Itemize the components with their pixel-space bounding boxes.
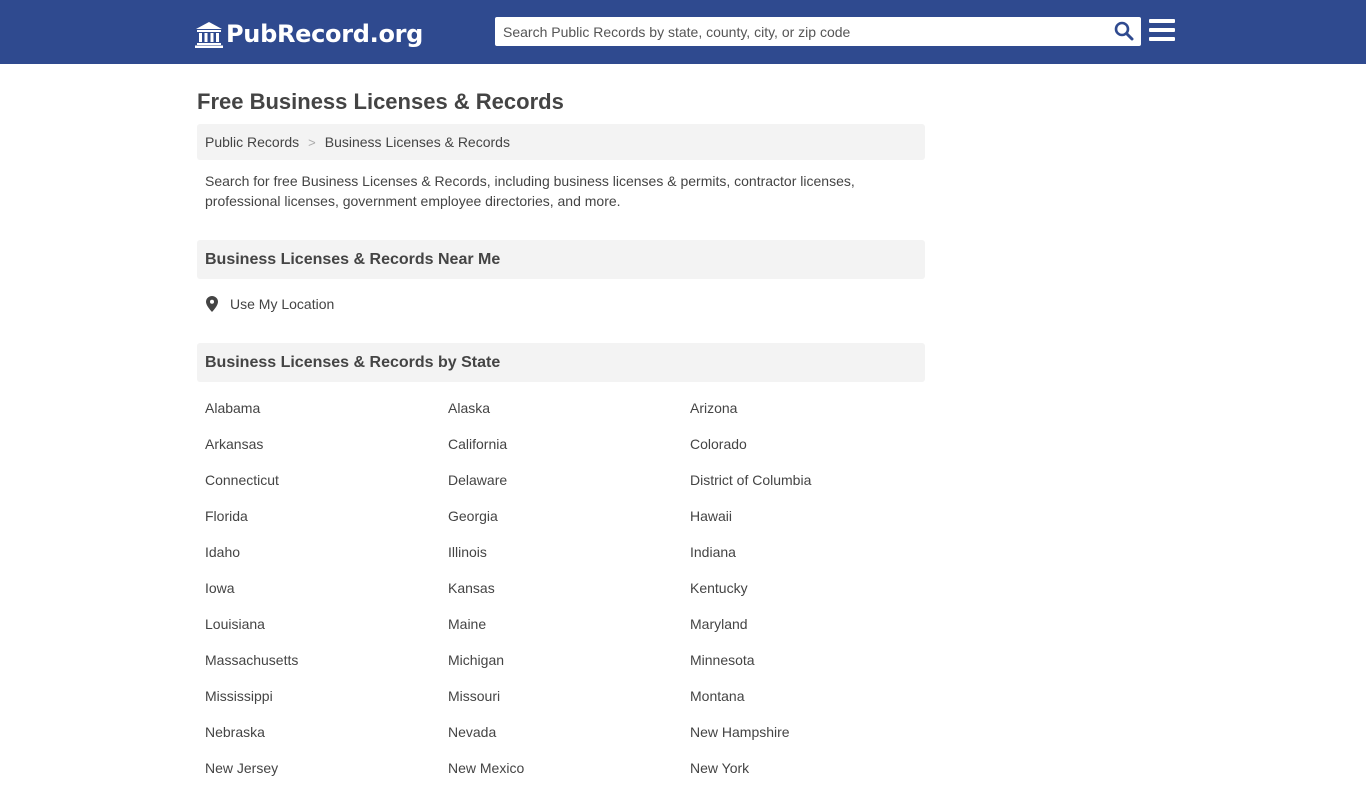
state-link[interactable]: Florida (205, 508, 448, 544)
state-link[interactable]: Kansas (448, 580, 690, 616)
state-link[interactable]: Illinois (448, 544, 690, 580)
state-link[interactable]: Indiana (690, 544, 925, 580)
search-bar (495, 17, 1141, 46)
state-link[interactable]: Arkansas (205, 436, 448, 472)
use-my-location-label: Use My Location (230, 296, 335, 312)
search-icon (1114, 21, 1134, 41)
near-me-heading: Business Licenses & Records Near Me (197, 240, 925, 279)
logo-text: PubRecord.org (226, 20, 424, 48)
state-link[interactable]: Idaho (205, 544, 448, 580)
state-link[interactable]: Nebraska (205, 724, 448, 760)
state-link[interactable]: Nevada (448, 724, 690, 760)
state-link[interactable]: Arizona (690, 400, 925, 436)
search-button[interactable] (1113, 21, 1135, 43)
hamburger-menu-button[interactable] (1149, 19, 1176, 43)
intro-text: Search for free Business Licenses & Reco… (205, 173, 855, 209)
state-link[interactable]: Georgia (448, 508, 690, 544)
state-link[interactable]: New Jersey (205, 760, 448, 796)
state-link[interactable]: Alaska (448, 400, 690, 436)
state-link[interactable]: Montana (690, 688, 925, 724)
use-my-location-link[interactable]: Use My Location (206, 296, 334, 312)
state-link[interactable]: Minnesota (690, 652, 925, 688)
state-link[interactable]: Iowa (205, 580, 448, 616)
top-navigation-bar: PubRecord.org (0, 0, 1366, 64)
state-link[interactable]: California (448, 436, 690, 472)
by-state-heading: Business Licenses & Records by State (197, 343, 925, 382)
state-link[interactable]: Hawaii (690, 508, 925, 544)
state-link[interactable]: Massachusetts (205, 652, 448, 688)
state-link[interactable]: Connecticut (205, 472, 448, 508)
state-link[interactable]: New Mexico (448, 760, 690, 796)
state-link[interactable]: Alabama (205, 400, 448, 436)
site-logo[interactable]: PubRecord.org (195, 17, 423, 51)
breadcrumb-public-records[interactable]: Public Records (205, 134, 299, 150)
state-link[interactable]: New York (690, 760, 925, 796)
state-link[interactable]: Kentucky (690, 580, 925, 616)
state-link[interactable]: Mississippi (205, 688, 448, 724)
state-link[interactable]: Delaware (448, 472, 690, 508)
breadcrumb: Public Records > Business Licenses & Rec… (197, 124, 925, 160)
state-link[interactable]: Colorado (690, 436, 925, 472)
state-link[interactable]: Michigan (448, 652, 690, 688)
state-link[interactable]: District of Columbia (690, 472, 925, 508)
page-title: Free Business Licenses & Records (197, 89, 564, 114)
state-link[interactable]: Maryland (690, 616, 925, 652)
search-input[interactable] (495, 17, 1105, 46)
state-list: Alabama Alaska Arizona Arkansas California Co… (205, 400, 925, 796)
state-link[interactable]: Louisiana (205, 616, 448, 652)
state-link[interactable]: New Hampshire (690, 724, 925, 760)
hamburger-menu-icon (1149, 19, 1175, 23)
state-link[interactable]: Missouri (448, 688, 690, 724)
state-link[interactable]: Maine (448, 616, 690, 652)
courthouse-icon (195, 22, 223, 48)
breadcrumb-business-licenses[interactable]: Business Licenses & Records (325, 134, 510, 150)
breadcrumb-separator: > (308, 134, 316, 150)
map-pin-icon (206, 296, 218, 312)
